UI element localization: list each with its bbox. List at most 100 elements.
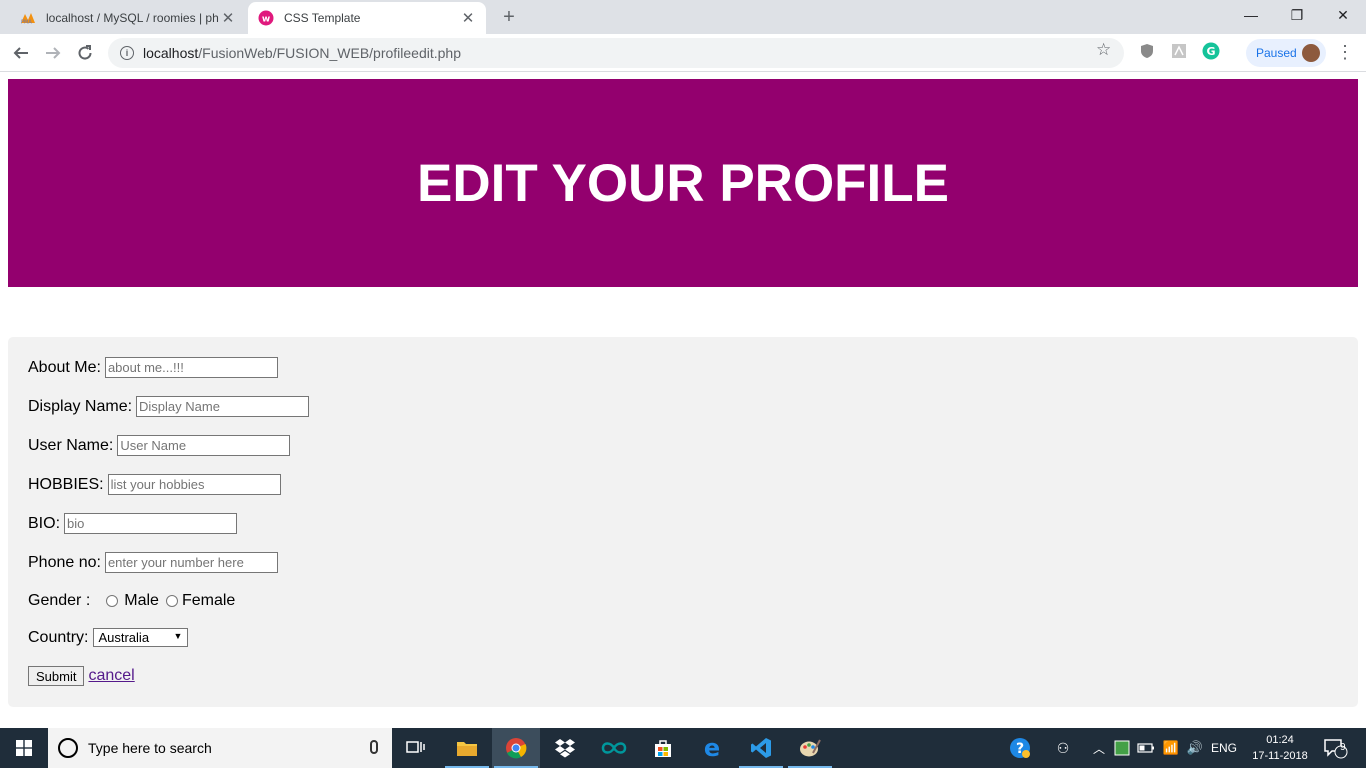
site-info-icon[interactable]: i: [120, 46, 134, 60]
web-template-icon: w: [258, 10, 274, 26]
close-tab-icon[interactable]: ✕: [460, 9, 476, 27]
gender-label: Gender :: [28, 592, 91, 609]
reload-button[interactable]: [72, 40, 98, 66]
gender-female-radio[interactable]: [165, 595, 178, 607]
about-me-input[interactable]: [104, 357, 278, 378]
cancel-link[interactable]: cancel: [88, 667, 134, 685]
task-view-icon[interactable]: [392, 728, 440, 768]
svg-text:PMA: PMA: [21, 20, 32, 25]
dropbox-icon[interactable]: [541, 728, 589, 768]
address-bar[interactable]: i localhost/FusionWeb/FUSION_WEB/profile…: [108, 38, 1124, 68]
microsoft-store-icon[interactable]: [639, 728, 687, 768]
user-name-input[interactable]: [117, 435, 291, 456]
svg-text:e: e: [704, 737, 720, 759]
country-selected-value: Australia: [98, 630, 150, 645]
bio-row: BIO:: [28, 513, 238, 534]
shield-extension-icon[interactable]: [1138, 42, 1156, 60]
gender-male-label: Male: [124, 592, 159, 609]
about-me-row: About Me:: [28, 357, 278, 378]
hobbies-row: HOBBIES:: [28, 474, 281, 495]
arduino-icon[interactable]: [590, 728, 638, 768]
wifi-icon[interactable]: 📶: [1160, 728, 1182, 768]
display-name-row: Display Name:: [28, 396, 310, 417]
page-header: EDIT YOUR PROFILE: [8, 79, 1358, 287]
gender-female-label: Female: [181, 592, 236, 609]
file-explorer-icon[interactable]: [443, 728, 491, 768]
restore-button[interactable]: ❐: [1274, 0, 1320, 30]
hobbies-label: HOBBIES:: [28, 475, 104, 493]
search-placeholder: Type here to search: [88, 740, 212, 756]
cortana-icon: [58, 738, 78, 758]
country-select[interactable]: Australia ▼: [93, 628, 189, 647]
phone-input[interactable]: [104, 552, 278, 573]
clock-date: 17-11-2018: [1252, 750, 1308, 762]
actions-row: Submit cancel: [28, 666, 135, 686]
vscode-icon[interactable]: [737, 728, 785, 768]
about-me-label: About Me:: [28, 358, 101, 376]
profile-edit-form: About Me: Display Name: User Name: HOBBI…: [8, 337, 1358, 707]
forward-button[interactable]: [40, 40, 66, 66]
close-tab-icon[interactable]: ✕: [220, 9, 236, 27]
edge-icon[interactable]: e: [688, 728, 736, 768]
minimize-button[interactable]: —: [1228, 0, 1274, 30]
reload-icon: [78, 45, 92, 60]
pdf-extension-icon[interactable]: [1170, 42, 1188, 60]
user-name-row: User Name:: [28, 435, 291, 456]
microphone-icon[interactable]: [370, 740, 378, 754]
help-icon[interactable]: ?: [1006, 728, 1034, 768]
app-tray-icon[interactable]: [1112, 728, 1132, 768]
paint-icon[interactable]: [786, 728, 834, 768]
dropdown-arrow-icon: ▼: [173, 631, 183, 641]
back-arrow-icon: [13, 47, 28, 59]
system-clock[interactable]: 01:24 17-11-2018: [1250, 732, 1310, 764]
volume-icon[interactable]: 🔊: [1184, 728, 1206, 768]
avatar: [1300, 42, 1322, 64]
country-label: Country:: [28, 628, 89, 646]
bookmark-star-icon[interactable]: ☆: [1096, 40, 1111, 60]
action-center-button[interactable]: 9: [1318, 728, 1354, 768]
start-button[interactable]: [0, 728, 48, 768]
page-title: EDIT YOUR PROFILE: [416, 153, 950, 213]
bio-label: BIO:: [28, 514, 61, 532]
people-icon[interactable]: ⚇: [1050, 728, 1076, 768]
svg-text:w: w: [262, 15, 270, 25]
phone-row: Phone no:: [28, 552, 278, 573]
svg-text:G: G: [1206, 45, 1215, 58]
submit-button[interactable]: Submit: [28, 666, 85, 686]
gender-male-radio[interactable]: [106, 595, 119, 607]
tab-css-template[interactable]: w CSS Template ✕: [248, 2, 486, 34]
display-name-input[interactable]: [136, 396, 310, 417]
windows-taskbar: Type here to search e ? ⚇ ︿ 📶 🔊 ENG 01:2…: [0, 728, 1366, 768]
browser-toolbar: i localhost/FusionWeb/FUSION_WEB/profile…: [0, 34, 1366, 72]
grammarly-extension-icon[interactable]: G: [1202, 42, 1220, 60]
url-path: /FusionWeb/FUSION_WEB/profileedit.php: [198, 45, 462, 61]
bio-input[interactable]: [64, 513, 238, 534]
profile-paused-button[interactable]: Paused: [1246, 39, 1326, 67]
close-window-button[interactable]: ✕: [1320, 0, 1366, 30]
notification-count: 9: [1340, 742, 1346, 753]
hobbies-input[interactable]: [107, 474, 281, 495]
windows-logo-icon: [16, 740, 32, 756]
show-hidden-icons-icon[interactable]: ︿: [1090, 728, 1108, 768]
chrome-taskbar-icon[interactable]: [492, 728, 540, 768]
phone-label: Phone no:: [28, 553, 101, 571]
browser-menu-icon[interactable]: ⋮: [1336, 42, 1354, 62]
battery-icon[interactable]: [1136, 728, 1156, 768]
browser-tab-strip: PMA localhost / MySQL / roomies | ph ✕ w…: [0, 0, 1366, 34]
taskbar-search-box[interactable]: Type here to search: [48, 728, 392, 768]
back-button[interactable]: [8, 40, 34, 66]
new-tab-button[interactable]: +: [498, 6, 520, 28]
url-host: localhost: [143, 45, 199, 61]
language-indicator[interactable]: ENG: [1208, 728, 1240, 768]
profile-status: Paused: [1256, 46, 1297, 60]
phpmyadmin-icon: PMA: [20, 10, 36, 26]
forward-arrow-icon: [46, 47, 61, 59]
user-name-label: User Name:: [28, 436, 114, 454]
clock-time: 01:24: [1266, 734, 1294, 746]
tab-title: CSS Template: [284, 11, 361, 25]
tab-phpmyadmin[interactable]: PMA localhost / MySQL / roomies | ph ✕: [10, 2, 246, 34]
display-name-label: Display Name:: [28, 397, 133, 415]
country-row: Country: Australia ▼: [28, 628, 189, 647]
tab-title: localhost / MySQL / roomies | ph: [46, 11, 219, 25]
gender-row: Gender : Male Female: [28, 592, 235, 610]
